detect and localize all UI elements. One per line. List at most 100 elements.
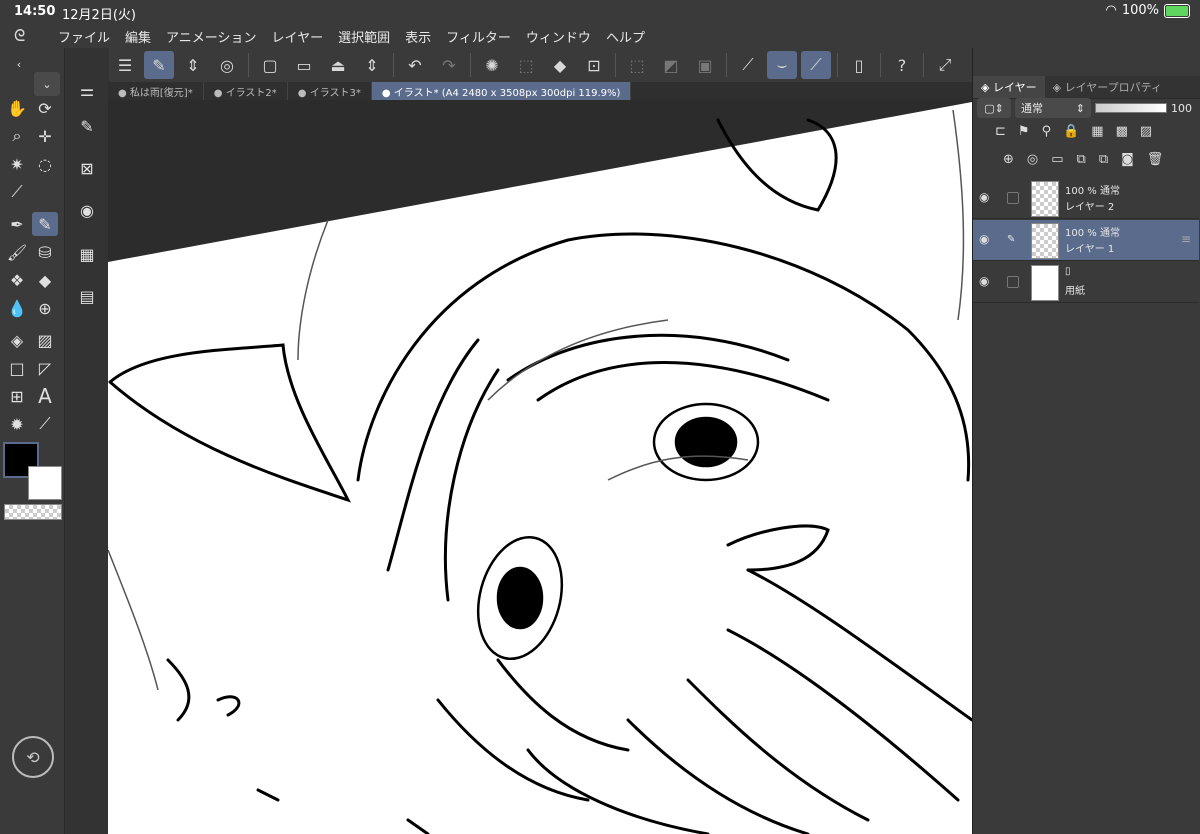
brush-size-icon[interactable]: ✎ [74, 114, 100, 138]
new-folder-icon[interactable]: ▭ [1051, 152, 1063, 167]
snap-ruler-icon[interactable]: ⟋ [733, 51, 763, 79]
smartphone-icon[interactable]: ▯ [844, 51, 874, 79]
save-icon[interactable]: ⏏ [323, 51, 353, 79]
ruler-tool-icon[interactable]: ◸ [32, 356, 58, 380]
circle-icon[interactable]: ◉ [74, 198, 100, 222]
rotate-tool-icon[interactable]: ⟳ [32, 96, 58, 120]
lasso-icon[interactable]: ◌ [32, 152, 58, 176]
clip-icon[interactable]: ⊏ [995, 124, 1006, 139]
layer-checkbox[interactable] [1007, 192, 1019, 204]
menu-file[interactable]: ファイル [58, 27, 110, 46]
undo-icon[interactable]: ↶ [400, 51, 430, 79]
airbrush-icon[interactable]: ⛁ [32, 240, 58, 264]
canvas-area[interactable] [108, 100, 972, 834]
eraser-icon[interactable]: ◆ [32, 268, 58, 292]
opacity-slider[interactable] [1095, 103, 1167, 113]
frame-tool-icon[interactable]: ⊞ [4, 384, 30, 408]
transparent-color-swatch[interactable] [4, 504, 62, 520]
blend-mode-select[interactable]: 通常 ⇕ [1015, 98, 1091, 118]
menu-edit[interactable]: 編集 [125, 27, 151, 46]
fill-icon[interactable]: ◆ [545, 51, 575, 79]
menu-filter[interactable]: フィルター [446, 27, 511, 46]
selection-border-icon[interactable]: ▣ [690, 51, 720, 79]
liquify-icon[interactable]: ⊕ [32, 296, 58, 320]
merge-down-icon[interactable]: ⧉ [1077, 152, 1086, 167]
tab-document[interactable]: ● イラスト3* [288, 82, 372, 100]
fullscreen-icon[interactable]: ⤢ [930, 51, 960, 79]
layer-color-select[interactable]: ▢⇕ [977, 98, 1011, 118]
trash-icon[interactable]: 🗑 [1147, 152, 1164, 167]
transform-icon[interactable]: ⊡ [579, 51, 609, 79]
invert-selection-icon[interactable]: ◩ [656, 51, 686, 79]
sub-color-swatch[interactable] [28, 466, 62, 500]
pen-tool-icon[interactable]: ✒ [4, 212, 30, 236]
snap-special-ruler-icon[interactable]: ⌣ [767, 51, 797, 79]
menu-selection[interactable]: 選択範囲 [338, 27, 390, 46]
figure-tool-icon[interactable]: □ [4, 356, 30, 380]
lock-icon[interactable]: 🔒 [1063, 124, 1079, 139]
menu-animation[interactable]: アニメーション [166, 27, 256, 46]
cloud-sync-icon[interactable]: ◎ [212, 51, 242, 79]
save-options-icon[interactable]: ⇕ [357, 51, 387, 79]
tool-dropdown-icon[interactable]: ⌄ [34, 72, 60, 96]
move-tool-icon[interactable]: ✛ [32, 124, 58, 148]
layer-row[interactable]: ◉ 100 % 通常 レイヤー 2 [973, 178, 1199, 219]
decoration-icon[interactable]: ❖ [4, 268, 30, 292]
blend-tool-icon[interactable]: 💧 [4, 296, 30, 320]
tab-document[interactable]: ● 私は雨[復元]* [108, 82, 204, 100]
new-file-icon[interactable]: ▢ [255, 51, 285, 79]
lock-transparent-icon[interactable]: ▦ [1091, 124, 1103, 139]
auto-select-icon[interactable]: ✷ [4, 152, 30, 176]
animation-icon[interactable]: ▤ [74, 284, 100, 308]
duplicate-layer-icon[interactable]: ⧉ [1099, 152, 1108, 167]
canvas-drawing[interactable] [108, 100, 972, 834]
snap-grid-icon[interactable]: ⟋ [801, 51, 831, 79]
tab-document-active[interactable]: ● イラスト* (A4 2480 x 3508px 300dpi 119.9%) [371, 82, 632, 100]
mask-enable-icon[interactable]: ▨ [1140, 124, 1152, 139]
zoom-tool-icon[interactable]: ⌕ [4, 124, 30, 148]
gradient-icon[interactable]: ▨ [32, 328, 58, 352]
balloon-tool-icon[interactable]: ✹ [4, 412, 30, 436]
eyedropper-icon[interactable]: ⟋ [4, 180, 30, 204]
tool-settings-icon[interactable]: ⚌ [74, 78, 100, 102]
text-tool-icon[interactable]: A [32, 384, 58, 408]
open-folder-icon[interactable]: ▭ [289, 51, 319, 79]
eye-icon[interactable]: ◉ [979, 274, 989, 288]
eye-icon[interactable]: ◉ [979, 190, 989, 204]
new-vector-layer-icon[interactable]: ◎ [1027, 152, 1038, 167]
app-logo-icon[interactable]: ᘓ [14, 26, 40, 46]
help-icon[interactable]: ? [887, 51, 917, 79]
edit-mode-icon[interactable]: ✎ [144, 51, 174, 79]
clear-selection-icon[interactable]: ⬚ [511, 51, 541, 79]
tab-document[interactable]: ● イラスト2* [204, 82, 288, 100]
mode-toggle-icon[interactable]: ⇕ [178, 51, 208, 79]
brush-tool-icon[interactable]: 🖌 [4, 240, 30, 264]
menu-view[interactable]: 表示 [405, 27, 431, 46]
sync-icon[interactable]: ⟲ [12, 736, 54, 778]
reference-icon[interactable]: ⚑ [1018, 124, 1030, 139]
collapse-left-icon[interactable]: ‹ [6, 52, 32, 76]
draft-icon[interactable]: ⚲ [1042, 124, 1052, 139]
new-raster-layer-icon[interactable]: ⊕ [1003, 152, 1014, 167]
mask-add-icon[interactable]: ◙ [1121, 152, 1134, 167]
menu-window[interactable]: ウィンドウ [526, 27, 591, 46]
redo-icon[interactable]: ↷ [434, 51, 464, 79]
menu-help[interactable]: ヘルプ [606, 27, 645, 46]
pencil-tool-icon[interactable]: ✎ [32, 212, 58, 236]
hand-tool-icon[interactable]: ✋ [4, 96, 30, 120]
color-set-icon[interactable]: ▦ [74, 242, 100, 266]
correct-line-icon[interactable]: ⟋ [32, 412, 58, 436]
mask-icon[interactable]: ▩ [1116, 124, 1128, 139]
eye-icon[interactable]: ◉ [979, 232, 989, 246]
menu-layer[interactable]: レイヤー [272, 27, 324, 46]
layer-menu-icon[interactable]: ≡ [1181, 232, 1191, 246]
tab-layer[interactable]: ◈ レイヤー [973, 76, 1045, 98]
menu-hamburger-icon[interactable]: ☰ [110, 51, 140, 79]
fill-tool-icon[interactable]: ◈ [4, 328, 30, 352]
delete-icon[interactable]: ⊠ [74, 156, 100, 180]
loading-icon[interactable]: ✺ [477, 51, 507, 79]
deselect-icon[interactable]: ⬚ [622, 51, 652, 79]
tab-layer-properties[interactable]: ◈ レイヤープロパティ [1045, 76, 1170, 98]
layer-checkbox[interactable] [1007, 276, 1019, 288]
layer-row-selected[interactable]: ◉ ✎ 100 % 通常 レイヤー 1 ≡ [973, 220, 1199, 261]
